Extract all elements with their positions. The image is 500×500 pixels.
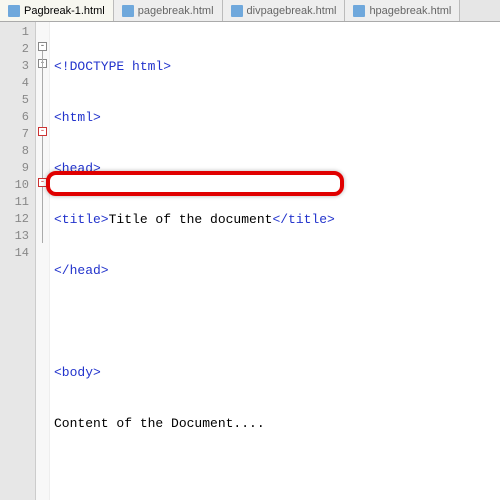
tab-label: pagebreak.html [138,5,214,17]
code-line: Content of the Document.... [54,415,500,432]
line-number: 3 [0,58,29,75]
token-tag: <title> [54,212,109,227]
fold-line-icon [42,51,43,243]
line-number: 13 [0,228,29,245]
line-number: 5 [0,92,29,109]
fold-toggle-icon[interactable]: - [38,178,47,187]
tab-label: hpagebreak.html [369,5,451,17]
code-line: <!DOCTYPE html> [54,58,500,75]
code-line: <html> [54,109,500,126]
tab-bar: Pagbreak-1.html pagebreak.html divpagebr… [0,0,500,22]
code-area[interactable]: <!DOCTYPE html> <html> <head> <title>Tit… [50,22,500,500]
code-line: <title>Title of the document</title> [54,211,500,228]
token-tag: </head> [54,263,109,278]
disk-icon [8,5,20,17]
code-line: <head> [54,160,500,177]
token-tag: <head> [54,161,101,176]
tab-divpagebreak[interactable]: divpagebreak.html [223,0,346,21]
token-text: Content of the Document.... [54,416,265,431]
tab-pagebreak[interactable]: pagebreak.html [114,0,223,21]
code-line: </head> [54,262,500,279]
line-number: 14 [0,245,29,262]
fold-toggle-icon[interactable]: - [38,42,47,51]
token-tag: <body> [54,365,101,380]
token-tag: </title> [272,212,334,227]
tab-label: Pagbreak-1.html [24,5,105,17]
code-line [54,313,500,330]
code-line [54,466,500,483]
disk-icon [231,5,243,17]
tab-pagbreak-1[interactable]: Pagbreak-1.html [0,0,114,21]
token-text: Title of the document [109,212,273,227]
tab-label: divpagebreak.html [247,5,337,17]
fold-column: - - - - [36,22,50,500]
line-number: 11 [0,194,29,211]
line-number: 7 [0,126,29,143]
code-line: <body> [54,364,500,381]
line-number: 6 [0,109,29,126]
token-tag: <html> [54,110,101,125]
line-number: 1 [0,24,29,41]
editor-content: 1 2 3 4 5 6 7 8 9 10 11 12 13 14 - - - -… [0,22,500,500]
line-number: 4 [0,75,29,92]
fold-toggle-icon[interactable]: - [38,127,47,136]
disk-icon [353,5,365,17]
line-number: 9 [0,160,29,177]
line-number: 10 [0,177,29,194]
token-tag: <!DOCTYPE html> [54,59,171,74]
tab-hpagebreak[interactable]: hpagebreak.html [345,0,460,21]
editor-pane: Pagbreak-1.html pagebreak.html divpagebr… [0,0,500,500]
line-number: 12 [0,211,29,228]
line-number: 8 [0,143,29,160]
line-number-gutter: 1 2 3 4 5 6 7 8 9 10 11 12 13 14 [0,22,36,500]
disk-icon [122,5,134,17]
line-number: 2 [0,41,29,58]
